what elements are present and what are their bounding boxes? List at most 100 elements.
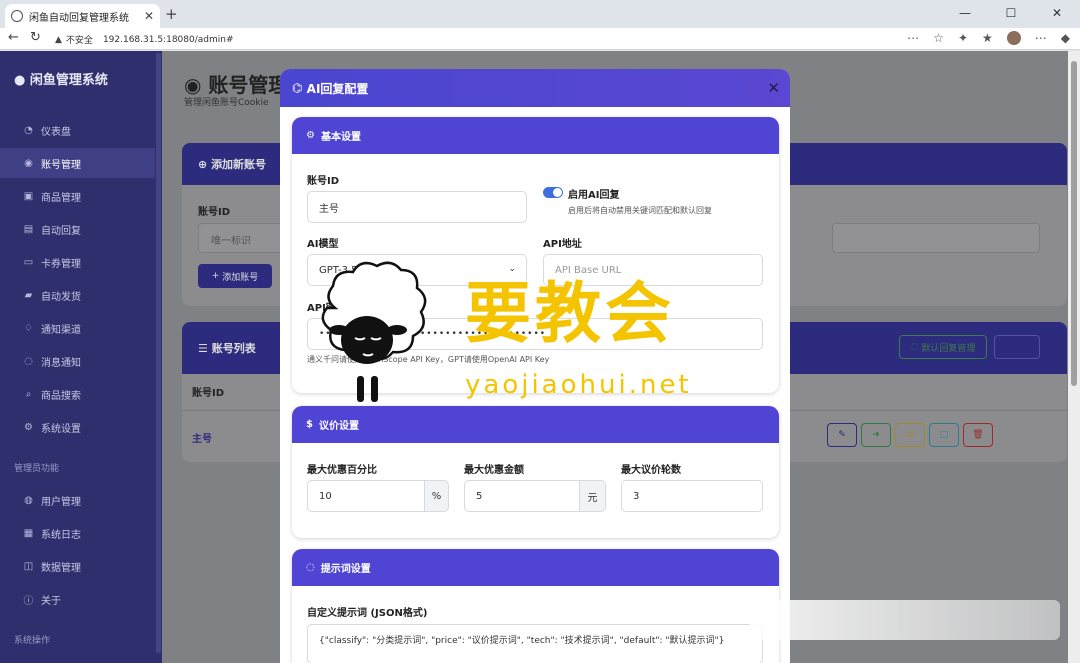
chat-icon: ◌ bbox=[910, 342, 919, 352]
bg-cookie-input[interactable] bbox=[832, 223, 1040, 253]
account-id-field[interactable]: 主号 bbox=[307, 191, 527, 223]
tab-title: 闲鱼自动回复管理系统 bbox=[29, 12, 129, 24]
default-reply-label: 默认回复管理 bbox=[921, 343, 976, 354]
sidebar-item-label: 自动发货 bbox=[41, 291, 81, 303]
sidebar-item-auto-delivery[interactable]: ▰ 自动发货 bbox=[0, 280, 155, 310]
sidebar-item-label: 系统日志 bbox=[41, 529, 81, 541]
window-close-icon[interactable]: ✕ bbox=[1034, 0, 1080, 26]
api-url-input[interactable]: API Base URL bbox=[543, 254, 763, 286]
yuan-addon: 元 bbox=[580, 480, 606, 512]
add-account-button-label: 添加账号 bbox=[222, 272, 259, 283]
max-discount-pct-label: 最大优惠百分比 bbox=[307, 465, 377, 476]
ai-model-label: AI模型 bbox=[307, 239, 339, 250]
bg-account-id-label: 账号ID bbox=[198, 207, 231, 218]
reload-icon[interactable]: ↻ bbox=[30, 30, 41, 45]
maximize-icon[interactable]: ☐ bbox=[988, 0, 1034, 26]
window-controls: — ☐ ✕ bbox=[942, 0, 1080, 26]
sidebar-item-accounts[interactable]: ◉ 账号管理 bbox=[0, 148, 155, 178]
avatar[interactable] bbox=[1006, 31, 1021, 45]
bell-icon: ♢ bbox=[24, 322, 33, 334]
bargain-settings-title: 议价设置 bbox=[318, 421, 359, 432]
api-url-label: API地址 bbox=[543, 239, 582, 250]
url-text[interactable]: 192.168.31.5:18080/admin# bbox=[103, 35, 234, 45]
login-button[interactable]: ➜ bbox=[861, 423, 891, 447]
admin-section-label: 管理员功能 bbox=[14, 464, 60, 474]
tab-close-icon[interactable]: ✕ bbox=[144, 9, 154, 23]
security-label: 不安全 bbox=[65, 36, 93, 46]
favorites-icon[interactable]: ★ bbox=[982, 31, 993, 45]
edit-icon: ✎ bbox=[838, 430, 846, 440]
max-rounds-label: 最大议价轮数 bbox=[621, 465, 681, 476]
copy-button[interactable]: ▢ bbox=[929, 423, 959, 447]
add-account-button[interactable]: + 添加账号 bbox=[198, 264, 272, 288]
message-icon: ◌ bbox=[24, 355, 33, 367]
address-bar-row: ← ↻ ▲ 不安全 192.168.31.5:18080/admin# ⋯ ☆ … bbox=[0, 28, 1080, 50]
sidebar-item-products[interactable]: ▣ 商品管理 bbox=[0, 181, 155, 211]
sidebar-item-users[interactable]: ◍ 用户管理 bbox=[0, 485, 155, 515]
bg-account-id-input[interactable]: 唯一标识 bbox=[198, 223, 288, 253]
copilot-icon[interactable]: ◆ bbox=[1061, 31, 1070, 45]
sidebar-item-notifications[interactable]: ◌ 消息通知 bbox=[0, 346, 155, 376]
sidebar-item-about[interactable]: ⓘ 关于 bbox=[0, 584, 155, 614]
max-discount-amount-input[interactable]: 5 bbox=[464, 480, 580, 512]
ai-model-select[interactable]: GPT-3.5 Turbo ⌄ bbox=[307, 254, 527, 286]
chat-icon: ▤ bbox=[23, 223, 34, 235]
sidebar-item-logs[interactable]: ▦ 系统日志 bbox=[0, 518, 155, 548]
sidebar-item-label: 用户管理 bbox=[41, 496, 81, 508]
max-discount-pct-input[interactable]: 10 bbox=[307, 480, 425, 512]
arrow-circle-icon: ➜ bbox=[872, 430, 880, 440]
browser-tab[interactable]: 闲鱼自动回复管理系统 ✕ bbox=[5, 4, 160, 28]
sidebar-item-settings[interactable]: ⚙ 系统设置 bbox=[0, 412, 155, 442]
page-scrollbar-thumb[interactable] bbox=[1071, 61, 1077, 386]
more-icon[interactable]: ⋯ bbox=[907, 31, 919, 45]
log-icon: ▦ bbox=[23, 527, 34, 539]
bargain-settings-header: $ 议价设置 bbox=[292, 406, 779, 443]
more-button[interactable] bbox=[994, 335, 1040, 359]
custom-prompt-label: 自定义提示词 (JSON格式) bbox=[307, 608, 428, 619]
clipboard-icon: ▢ bbox=[939, 430, 949, 440]
sidebar-item-cards[interactable]: ▭ 卡券管理 bbox=[0, 247, 155, 277]
sidebar-item-label: 商品搜索 bbox=[41, 390, 81, 402]
new-tab-icon[interactable]: + bbox=[165, 5, 178, 23]
brand-name: 闲鱼管理系统 bbox=[29, 73, 108, 88]
percent-addon: % bbox=[425, 480, 449, 512]
account-id-label: 账号ID bbox=[307, 176, 340, 187]
custom-prompt-textarea[interactable]: {"classify": "分类提示词", "price": "议价提示词", … bbox=[307, 624, 763, 663]
sidebar-item-auto-reply[interactable]: ▤ 自动回复 bbox=[0, 214, 155, 244]
robot-icon: ☺ bbox=[905, 430, 915, 440]
plus-circle-icon: ⊕ bbox=[198, 157, 208, 171]
menu-icon[interactable]: ⋯ bbox=[1035, 31, 1047, 45]
sidebar-item-label: 关于 bbox=[41, 595, 61, 607]
sidebar-item-channels[interactable]: ♢ 通知渠道 bbox=[0, 313, 155, 343]
info-icon: ⓘ bbox=[23, 595, 34, 607]
sidebar-item-data[interactable]: ◫ 数据管理 bbox=[0, 551, 155, 581]
address-bar[interactable]: ▲ 不安全 192.168.31.5:18080/admin# bbox=[55, 31, 955, 48]
trash-icon: 🗑 bbox=[972, 430, 984, 440]
basic-settings-header: ⚙ 基本设置 bbox=[292, 117, 779, 154]
list-icon: ☰ bbox=[198, 341, 208, 355]
add-account-title: 添加新账号 bbox=[211, 158, 267, 171]
page-scrollbar[interactable] bbox=[1068, 51, 1080, 663]
chat-bubble-icon: ● bbox=[14, 73, 26, 88]
enable-ai-toggle[interactable] bbox=[543, 187, 563, 198]
max-rounds-input[interactable]: 3 bbox=[621, 480, 763, 512]
minimize-icon[interactable]: — bbox=[942, 0, 988, 26]
ai-model-value: GPT-3.5 Turbo bbox=[319, 264, 389, 276]
api-key-input[interactable]: •••••••••••••••••••••••••••••••••••• bbox=[307, 318, 763, 350]
table-row-account[interactable]: 主号 bbox=[192, 430, 212, 445]
extensions-icon[interactable]: ✦ bbox=[958, 31, 968, 45]
blurred-overlay bbox=[750, 600, 1060, 640]
edit-button[interactable]: ✎ bbox=[827, 423, 857, 447]
default-reply-button[interactable]: ◌ 默认回复管理 bbox=[899, 335, 987, 359]
delete-button[interactable]: 🗑 bbox=[963, 423, 993, 447]
sidebar-item-dashboard[interactable]: ◔ 仪表盘 bbox=[0, 115, 155, 145]
api-key-hint: 通义千问请使用DashScope API Key，GPT请使用OpenAI AP… bbox=[307, 355, 550, 364]
sidebar-scrollbar[interactable] bbox=[156, 53, 161, 653]
sidebar-item-search[interactable]: ⌕ 商品搜索 bbox=[0, 379, 155, 409]
close-icon[interactable]: ✕ bbox=[767, 79, 780, 97]
star-icon[interactable]: ☆ bbox=[933, 31, 944, 45]
ai-config-button[interactable]: ☺ bbox=[895, 423, 925, 447]
page-title-text: 账号管理 bbox=[208, 73, 289, 97]
back-icon[interactable]: ← bbox=[8, 30, 19, 45]
card-icon: ▭ bbox=[23, 256, 34, 268]
